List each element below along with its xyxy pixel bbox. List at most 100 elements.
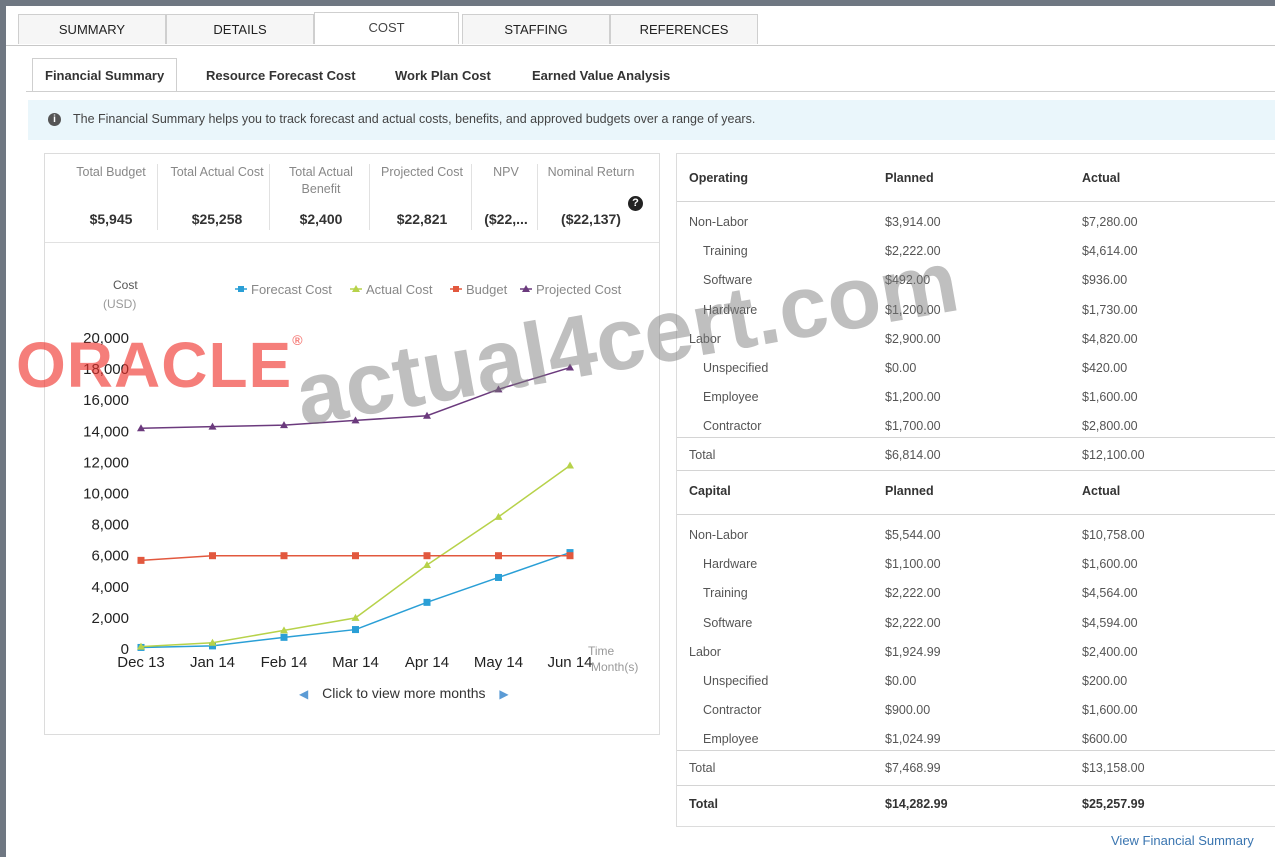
row-label: Contractor <box>703 419 762 434</box>
top-tab-bar: SUMMARY DETAILS COST STAFFING REFERENCES <box>6 6 1275 46</box>
actual-value: $7,280.00 <box>1082 215 1138 229</box>
data-point[interactable] <box>566 552 574 560</box>
row-label: Non-Labor <box>689 528 749 542</box>
data-point[interactable] <box>280 552 288 560</box>
more-months-link[interactable]: Click to view more months <box>322 685 485 701</box>
legend-label[interactable]: Actual Cost <box>366 282 433 297</box>
chevron-right-icon[interactable]: ▶ <box>499 687 508 701</box>
x-tick-label: May 14 <box>474 654 523 671</box>
view-financial-summary-link[interactable]: View Financial Summary <box>1111 833 1254 848</box>
actual-value: $1,600.00 <box>1082 557 1138 572</box>
info-icon: i <box>48 113 61 126</box>
series-line <box>140 551 571 649</box>
data-point[interactable] <box>495 573 502 581</box>
subtab-resource-forecast-cost[interactable]: Resource Forecast Cost <box>206 68 356 83</box>
data-point[interactable] <box>280 633 288 641</box>
row-divider <box>677 785 1275 786</box>
x-tick-label: Jun 14 <box>547 654 592 671</box>
question-icon[interactable]: ? <box>628 196 643 211</box>
legend-marker <box>238 286 244 292</box>
tab-staffing[interactable]: STAFFING <box>462 14 610 44</box>
planned-value: $1,100.00 <box>885 557 941 572</box>
planned-value: $14,282.99 <box>885 797 948 811</box>
data-point[interactable] <box>423 598 431 606</box>
actual-value: $4,820.00 <box>1082 331 1138 346</box>
actual-value: $12,100.00 <box>1082 447 1145 462</box>
chevron-left-icon[interactable]: ◀ <box>299 687 308 701</box>
financial-chart-panel: Total Budget $5,945 Total Actual Cost $2… <box>44 153 660 735</box>
actual-value: $13,158.00 <box>1082 760 1145 775</box>
kpi-total-budget: Total Budget $5,945 <box>65 164 158 230</box>
oracle-logo: ORACLE® <box>16 329 304 401</box>
kpi-value: ($22,... <box>484 211 528 227</box>
x-axis-unit: Month(s) <box>591 660 638 674</box>
data-point[interactable] <box>566 461 574 469</box>
info-text: The Financial Summary helps you to track… <box>73 112 756 126</box>
tab-details[interactable]: DETAILS <box>166 14 314 44</box>
y-tick-label: 8,000 <box>91 517 129 534</box>
row-divider <box>677 201 1275 202</box>
tab-cost[interactable]: COST <box>314 12 459 44</box>
data-point[interactable] <box>209 552 216 560</box>
kpi-total-actual-cost: Total Actual Cost $25,258 <box>165 164 270 230</box>
data-point[interactable] <box>423 552 431 560</box>
chart-month-nav: ◀ Click to view more months ▶ <box>299 685 559 701</box>
row-divider <box>677 436 1275 438</box>
planned-value: $2,222.00 <box>885 615 941 630</box>
kpi-label: Total Actual Cost <box>170 165 264 179</box>
kpi-nominal-return: Nominal Return ($22,137) <box>541 164 641 230</box>
kpi-label: Nominal Return <box>547 165 635 179</box>
legend-label[interactable]: Budget <box>466 282 508 297</box>
planned-value: $0.00 <box>885 361 917 375</box>
planned-value: $0.00 <box>885 674 917 688</box>
data-point[interactable] <box>137 556 145 564</box>
actual-value: $936.00 <box>1082 273 1128 288</box>
actual-value: $4,564.00 <box>1082 586 1138 601</box>
x-tick-label: Feb 14 <box>261 654 308 671</box>
subtab-work-plan-cost[interactable]: Work Plan Cost <box>395 68 491 83</box>
kpi-projected-cost: Projected Cost $22,821 <box>373 164 472 230</box>
y-tick-label: 2,000 <box>91 610 129 627</box>
actual-value: $1,600.00 <box>1082 703 1138 718</box>
data-point[interactable] <box>494 512 503 520</box>
x-axis-label: Time <box>588 644 615 658</box>
y-axis-label: Cost <box>113 278 138 292</box>
row-divider <box>677 470 1275 471</box>
y-tick-label: 6,000 <box>91 548 129 565</box>
legend-label[interactable]: Forecast Cost <box>251 282 332 297</box>
actual-value: Actual <box>1082 171 1121 185</box>
planned-value: Planned <box>885 484 934 498</box>
data-point[interactable] <box>423 561 431 569</box>
actual-value: $4,594.00 <box>1082 615 1138 630</box>
planned-value: $900.00 <box>885 703 931 718</box>
planned-value: $5,544.00 <box>885 528 941 542</box>
planned-value: $3,914.00 <box>885 215 941 229</box>
tab-references[interactable]: REFERENCES <box>610 14 758 44</box>
data-point[interactable] <box>352 552 359 560</box>
row-label: Labor <box>689 644 721 659</box>
data-point[interactable] <box>352 626 359 634</box>
kpi-label: NPV <box>493 165 519 179</box>
planned-value: $6,814.00 <box>885 447 941 462</box>
kpi-label: Total Actual Benefit <box>289 165 353 196</box>
row-label: Software <box>703 615 753 630</box>
x-tick-label: Mar 14 <box>332 654 379 671</box>
y-tick-label: 12,000 <box>83 454 129 471</box>
actual-value: $1,600.00 <box>1082 390 1138 405</box>
row-label: Total <box>689 760 716 775</box>
data-point[interactable] <box>495 552 502 560</box>
actual-value: $25,257.99 <box>1082 797 1145 811</box>
kpi-npv: NPV ($22,... <box>475 164 538 230</box>
row-label: Employee <box>703 390 759 405</box>
y-tick-label: 14,000 <box>83 423 129 440</box>
subtab-earned-value-analysis[interactable]: Earned Value Analysis <box>532 68 670 83</box>
actual-value: $200.00 <box>1082 674 1128 688</box>
x-tick-label: Jan 14 <box>190 654 235 671</box>
planned-value: $1,200.00 <box>885 390 941 405</box>
subtab-financial-summary[interactable]: Financial Summary <box>32 58 178 92</box>
kpi-value: $25,258 <box>191 211 243 227</box>
legend-marker <box>453 286 459 292</box>
row-label: Unspecified <box>703 674 769 688</box>
row-label: Operating <box>689 171 749 185</box>
tab-summary[interactable]: SUMMARY <box>18 14 166 44</box>
